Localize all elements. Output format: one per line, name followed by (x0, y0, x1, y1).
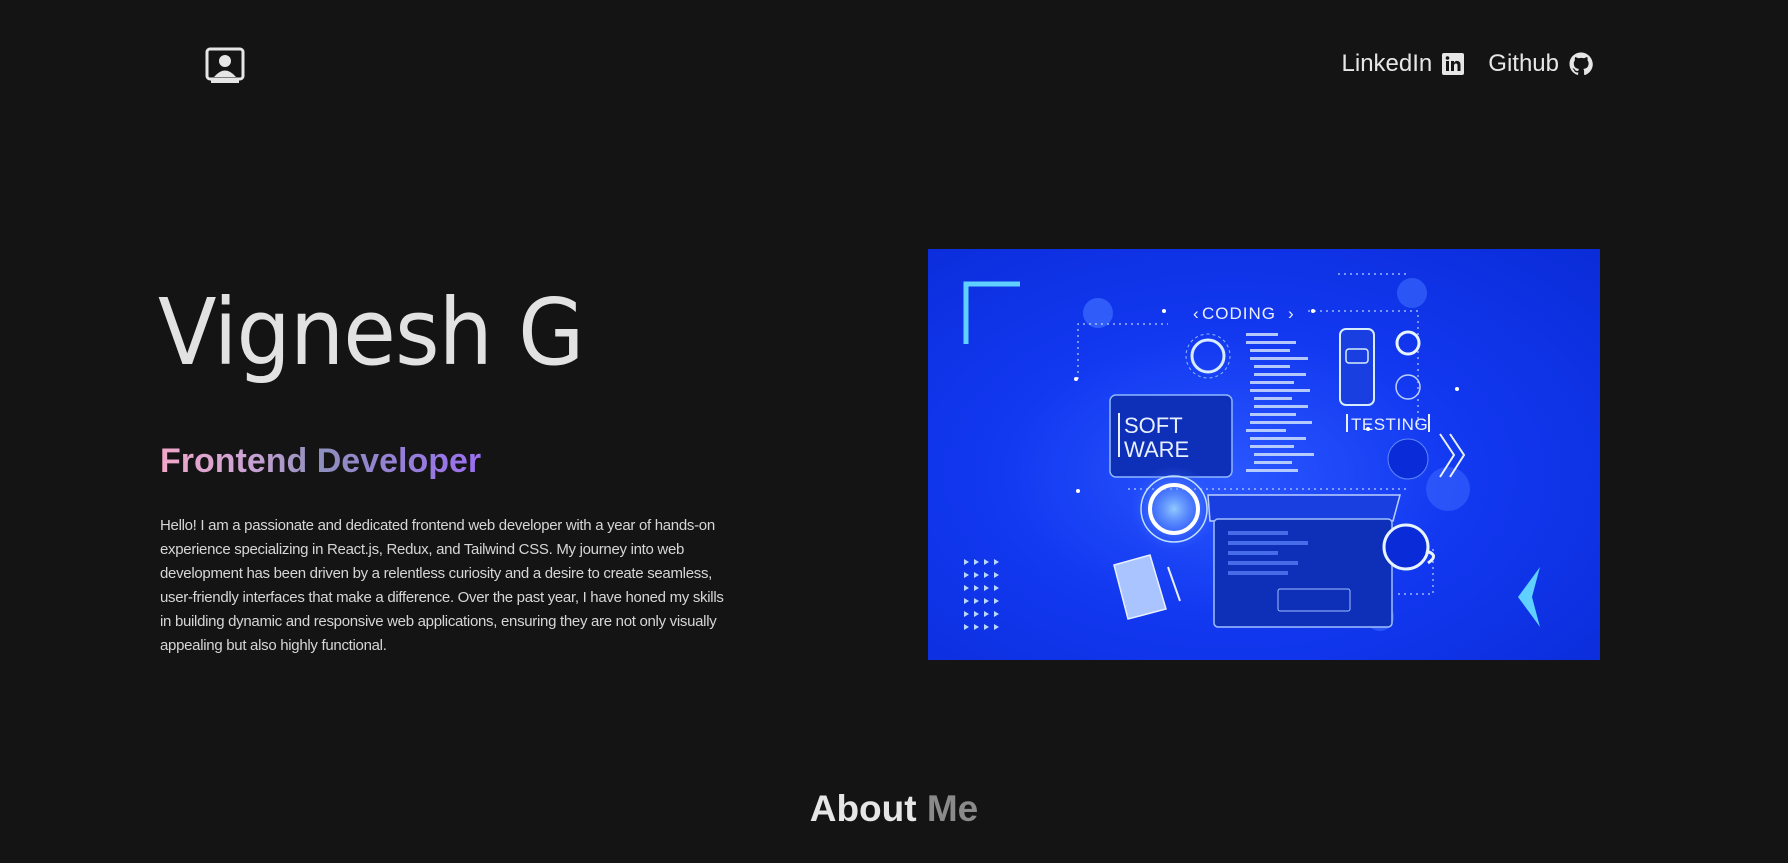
software-label-2: WARE (1124, 437, 1189, 462)
hero-role: Frontend Developer (160, 442, 482, 480)
testing-label: TESTING (1351, 415, 1428, 434)
me-word: Me (926, 788, 979, 829)
coding-label: CODING (1202, 304, 1276, 323)
github-label: Github (1488, 50, 1559, 77)
linkedin-label: LinkedIn (1341, 50, 1433, 77)
github-link[interactable]: Github (1488, 50, 1593, 78)
linkedin-link[interactable]: LinkedIn (1342, 50, 1465, 78)
svg-text:›: › (1288, 304, 1294, 323)
github-icon (1569, 52, 1593, 76)
hero-illustration: CODING ‹ › SOFT WARE TESTING (928, 249, 1600, 660)
nav-links: LinkedIn Github (1342, 50, 1593, 78)
hero-name: Vignesh G (158, 279, 584, 386)
svg-text:‹: ‹ (1193, 304, 1199, 323)
navbar: LinkedIn Github (0, 0, 1788, 130)
person-card-icon[interactable] (205, 47, 245, 85)
about-me-heading: About Me (0, 788, 1788, 830)
hero-description: Hello! I am a passionate and dedicated f… (160, 517, 724, 654)
about-word: About (809, 788, 917, 829)
linkedin-icon (1442, 53, 1465, 75)
software-label-1: SOFT (1124, 413, 1183, 438)
